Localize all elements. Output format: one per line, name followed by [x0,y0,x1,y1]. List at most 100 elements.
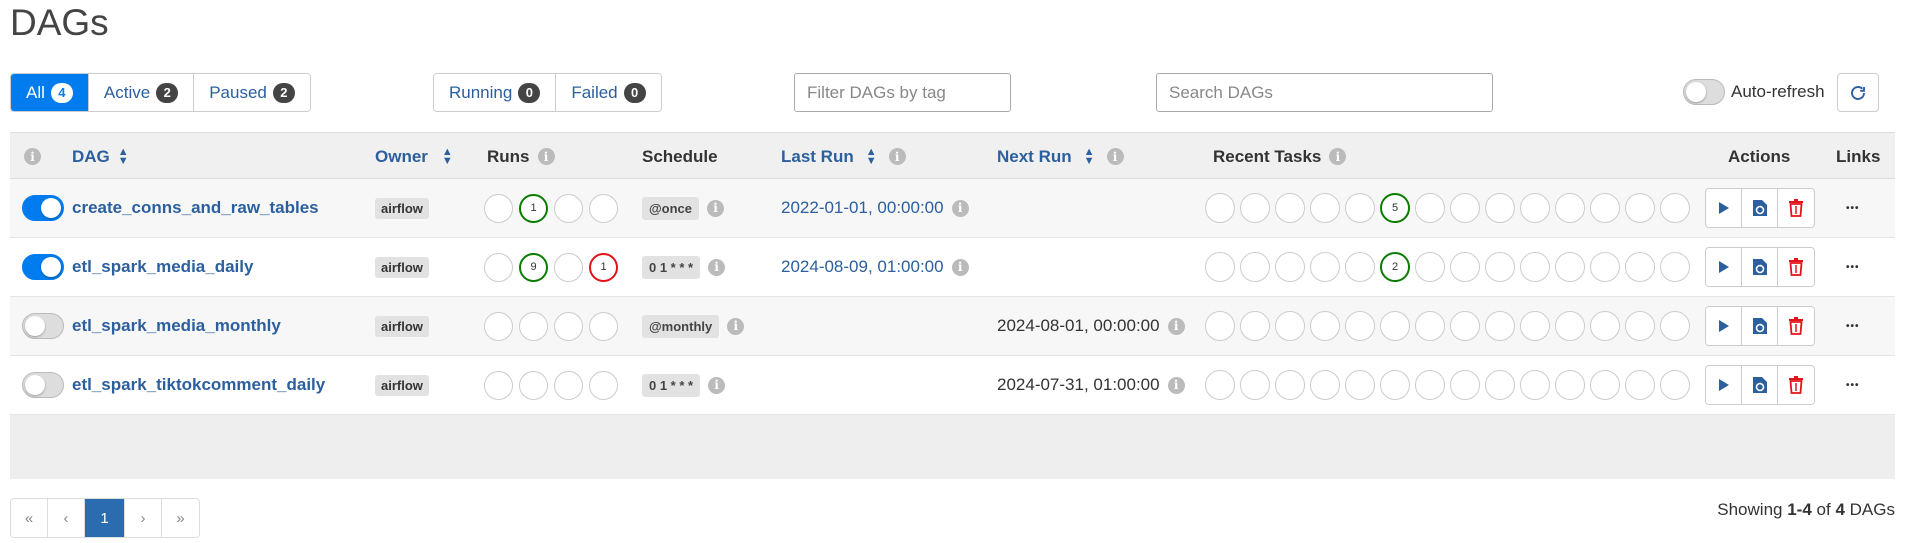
task-state-circle[interactable] [1520,311,1550,341]
task-state-circle[interactable] [1485,311,1515,341]
task-state-circle[interactable] [1520,252,1550,282]
owner-tag[interactable]: airflow [375,197,429,219]
task-state-circle[interactable] [1240,193,1270,223]
filter-active-button[interactable]: Active 2 [88,74,195,111]
task-state-circle[interactable] [1310,252,1340,282]
task-state-circle[interactable] [1205,193,1235,223]
task-success-circle[interactable]: 5 [1380,193,1410,223]
run-state-circle[interactable] [554,311,583,341]
dag-active-toggle[interactable] [22,313,64,339]
info-icon[interactable]: i [1106,148,1124,165]
more-dots-icon[interactable]: ••• [1846,321,1860,332]
task-state-circle[interactable] [1450,193,1480,223]
run-state-circle[interactable] [554,370,583,400]
dag-name-link[interactable]: create_conns_and_raw_tables [72,198,319,218]
task-state-circle[interactable] [1310,311,1340,341]
task-state-circle[interactable] [1240,370,1270,400]
task-state-circle[interactable] [1345,193,1375,223]
task-state-circle[interactable] [1555,370,1585,400]
run-success-circle[interactable] [519,311,548,341]
more-dots-icon[interactable]: ••• [1846,380,1860,391]
task-state-circle[interactable] [1555,311,1585,341]
task-state-circle[interactable] [1660,311,1690,341]
dag-name-link[interactable]: etl_spark_media_daily [72,257,253,277]
task-state-circle[interactable] [1345,252,1375,282]
owner-tag[interactable]: airflow [375,315,429,337]
task-state-circle[interactable] [1310,370,1340,400]
info-icon[interactable]: i [951,258,969,276]
task-state-circle[interactable] [1660,252,1690,282]
task-state-circle[interactable] [1275,193,1305,223]
last-run-link[interactable]: 2022-01-01, 00:00:00 [781,198,944,218]
task-state-circle[interactable] [1485,193,1515,223]
task-state-circle[interactable] [1450,370,1480,400]
task-state-circle[interactable] [1590,193,1620,223]
page-prev-button[interactable]: ‹ [48,499,85,537]
task-state-circle[interactable] [1415,193,1445,223]
col-last-run-header[interactable]: Last Run ▲ ▼ i [781,133,906,180]
task-state-circle[interactable] [1520,193,1550,223]
dag-active-toggle[interactable] [22,195,64,221]
task-state-circle[interactable] [1485,370,1515,400]
info-icon[interactable]: i [1329,148,1347,165]
page-next-button[interactable]: › [125,499,162,537]
col-next-run-header[interactable]: Next Run ▲ ▼ i [997,133,1124,180]
schedule-tag[interactable]: 0 1 * * * [642,255,701,279]
task-state-circle[interactable] [1205,252,1235,282]
delete-dag-button[interactable] [1778,307,1814,345]
more-dots-icon[interactable]: ••• [1846,203,1860,214]
task-state-circle[interactable] [1310,193,1340,223]
task-state-circle[interactable] [1555,252,1585,282]
owner-tag[interactable]: airflow [375,374,429,396]
task-state-circle[interactable] [1590,252,1620,282]
schedule-tag[interactable]: 0 1 * * * [642,373,701,397]
run-state-circle[interactable] [484,311,513,341]
run-state-circle[interactable] [484,252,513,282]
dag-name-link[interactable]: etl_spark_media_monthly [72,316,281,336]
delete-dag-button[interactable] [1778,248,1814,286]
col-owner-header[interactable]: Owner ▲ ▼ [375,133,453,180]
reparse-dag-button[interactable] [1742,189,1778,227]
task-state-circle[interactable] [1345,311,1375,341]
task-state-circle[interactable] [1450,252,1480,282]
task-state-circle[interactable] [1345,370,1375,400]
task-state-circle[interactable] [1485,252,1515,282]
page-current-button[interactable]: 1 [85,499,125,537]
info-icon[interactable]: i [708,258,726,276]
task-state-circle[interactable] [1240,311,1270,341]
page-last-button[interactable]: » [162,499,199,537]
filter-failed-button[interactable]: Failed 0 [556,74,661,111]
dag-active-toggle[interactable] [22,372,64,398]
run-state-circle[interactable] [484,193,513,223]
task-state-circle[interactable] [1660,370,1690,400]
info-icon[interactable]: i [951,199,969,217]
run-failed-circle[interactable] [589,193,618,223]
delete-dag-button[interactable] [1778,189,1814,227]
reparse-dag-button[interactable] [1742,248,1778,286]
dag-name-link[interactable]: etl_spark_tiktokcomment_daily [72,375,325,395]
info-icon[interactable]: i [1167,376,1185,394]
task-state-circle[interactable] [1240,252,1270,282]
run-success-circle[interactable]: 1 [519,193,548,223]
run-failed-circle[interactable]: 1 [589,252,618,282]
reparse-dag-button[interactable] [1742,366,1778,404]
info-icon[interactable]: i [537,148,555,165]
task-success-circle[interactable]: 2 [1380,252,1410,282]
task-state-circle[interactable] [1625,311,1655,341]
delete-dag-button[interactable] [1778,366,1814,404]
task-state-circle[interactable] [1660,193,1690,223]
trigger-dag-button[interactable] [1706,189,1742,227]
task-state-circle[interactable] [1205,370,1235,400]
run-state-circle[interactable] [554,193,583,223]
col-dag-header[interactable]: DAG ▲ ▼ [72,133,129,180]
task-state-circle[interactable] [1275,370,1305,400]
run-state-circle[interactable] [484,370,513,400]
task-state-circle[interactable] [1275,311,1305,341]
run-state-circle[interactable] [554,252,583,282]
dag-active-toggle[interactable] [22,254,64,280]
info-icon[interactable]: i [24,148,41,165]
task-state-circle[interactable] [1520,370,1550,400]
refresh-button[interactable] [1837,73,1879,112]
search-dags-input[interactable] [1156,73,1493,112]
info-icon[interactable]: i [1167,317,1185,335]
